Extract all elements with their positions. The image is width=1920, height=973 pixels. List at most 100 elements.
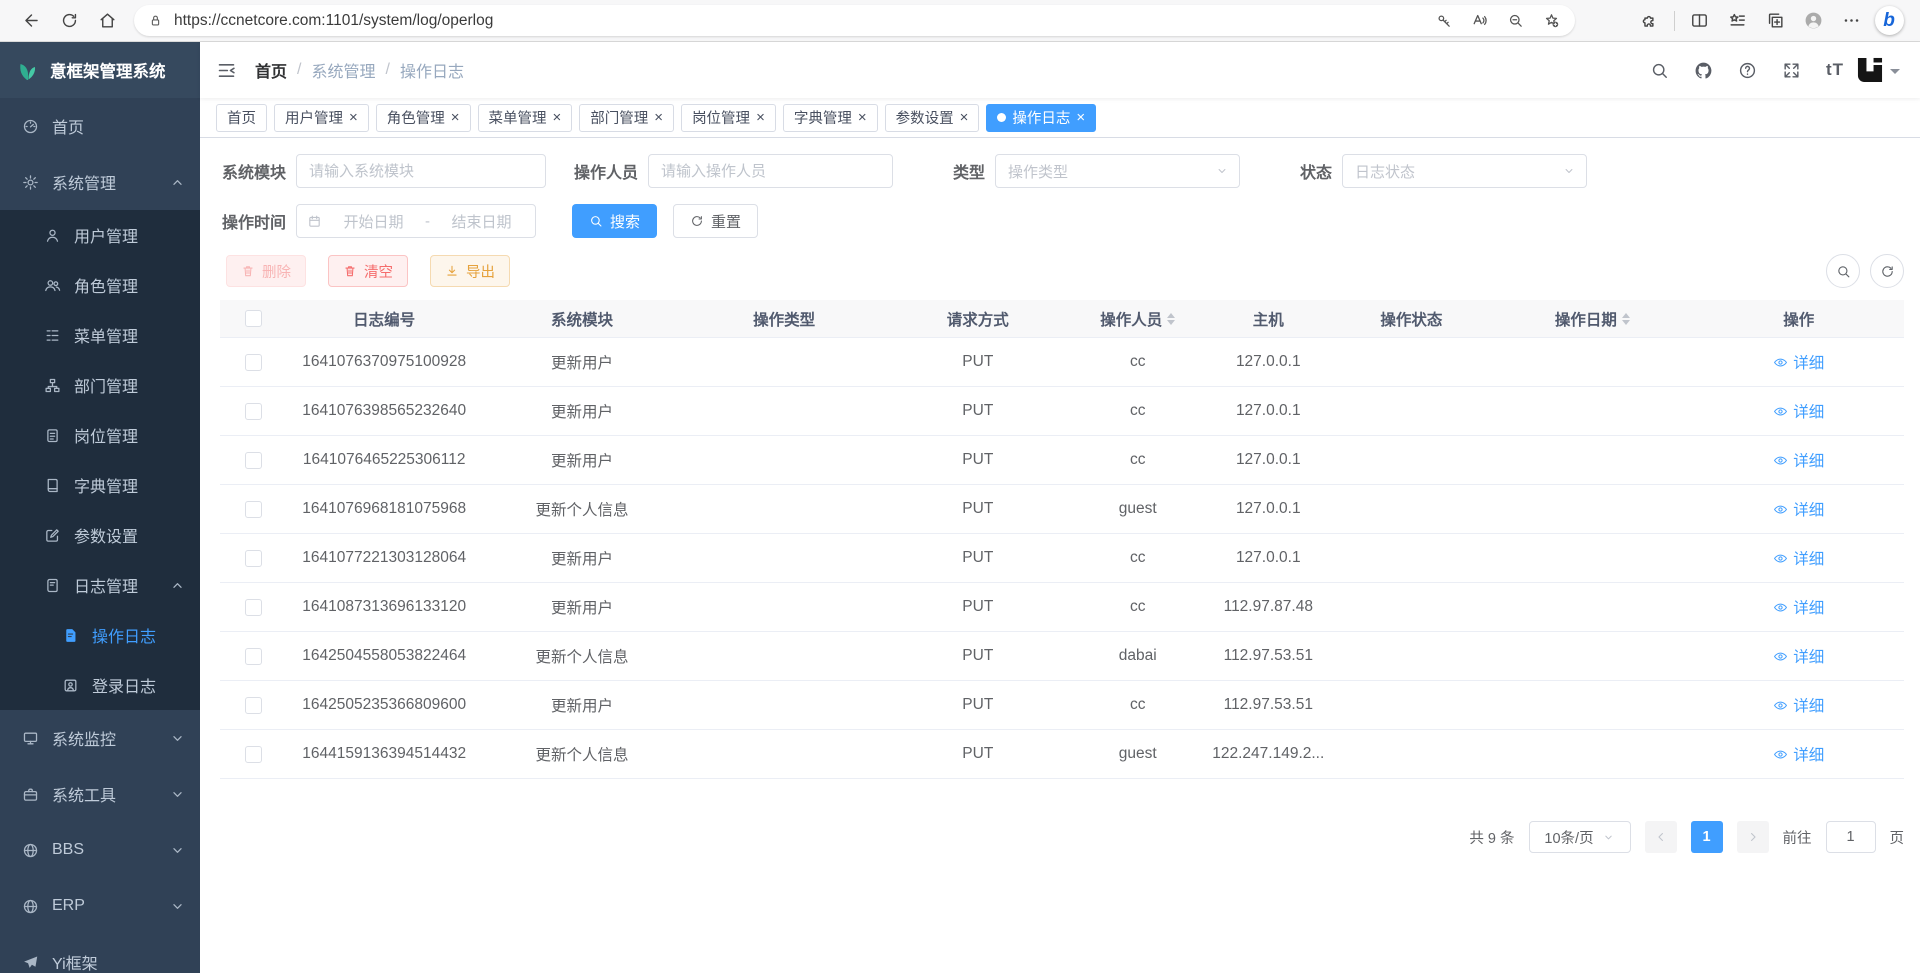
status-select[interactable]: 日志状态	[1342, 154, 1587, 188]
current-page-button[interactable]: 1	[1691, 821, 1723, 853]
home-icon[interactable]	[88, 4, 126, 38]
back-icon[interactable]	[12, 4, 50, 38]
row-checkbox[interactable]	[245, 697, 262, 714]
sidebar-item-2[interactable]: 用户管理	[0, 210, 200, 260]
detail-link[interactable]: 详细	[1773, 400, 1824, 422]
refresh-icon[interactable]	[50, 4, 88, 38]
row-checkbox[interactable]	[245, 746, 262, 763]
delete-button[interactable]: 删除	[226, 255, 306, 287]
goto-page-input[interactable]	[1826, 821, 1876, 853]
clear-button[interactable]: 清空	[328, 255, 408, 287]
github-icon[interactable]	[1694, 61, 1713, 80]
favorites-bar-icon[interactable]	[1718, 4, 1756, 38]
tab-8[interactable]: 操作日志×	[986, 104, 1096, 132]
refresh-table-button[interactable]	[1870, 254, 1904, 288]
sidebar-item-6[interactable]: 岗位管理	[0, 410, 200, 460]
tab-7[interactable]: 参数设置×	[885, 104, 980, 132]
page-size-select[interactable]: 10条/页	[1529, 821, 1631, 853]
app-logo[interactable]: 意框架管理系统	[0, 42, 200, 98]
split-screen-icon[interactable]	[1680, 4, 1718, 38]
close-icon[interactable]: ×	[1076, 110, 1085, 125]
fullscreen-icon[interactable]	[1782, 61, 1801, 80]
detail-link[interactable]: 详细	[1773, 694, 1824, 716]
search-button[interactable]: 搜索	[572, 204, 657, 238]
text-size-icon[interactable]: tT	[1826, 60, 1844, 80]
sidebar-item-16[interactable]: Yi框架	[0, 934, 200, 973]
row-checkbox[interactable]	[245, 550, 262, 567]
sort-icon[interactable]	[1622, 313, 1630, 325]
next-page-button[interactable]	[1737, 821, 1769, 853]
key-icon[interactable]	[1425, 7, 1461, 34]
tab-6[interactable]: 字典管理×	[783, 104, 878, 132]
bing-icon[interactable]: b	[1870, 4, 1908, 38]
address-bar[interactable]: https://ccnetcore.com:1101/system/log/op…	[134, 5, 1575, 36]
row-checkbox[interactable]	[245, 354, 262, 371]
breadcrumb-item[interactable]: 系统管理	[311, 58, 375, 82]
favorite-add-icon[interactable]	[1533, 7, 1569, 34]
prev-page-button[interactable]	[1645, 821, 1677, 853]
tab-5[interactable]: 岗位管理×	[681, 104, 776, 132]
zoom-out-icon[interactable]	[1497, 7, 1533, 34]
question-icon[interactable]	[1738, 61, 1757, 80]
close-icon[interactable]: ×	[349, 110, 358, 125]
sidebar-toggle-icon[interactable]	[216, 60, 237, 81]
detail-link[interactable]: 详细	[1773, 645, 1824, 667]
sidebar-item-14[interactable]: BBS	[0, 822, 200, 878]
tab-2[interactable]: 角色管理×	[376, 104, 471, 132]
more-icon[interactable]	[1832, 4, 1870, 38]
detail-link[interactable]: 详细	[1773, 743, 1824, 765]
close-icon[interactable]: ×	[553, 110, 562, 125]
search-icon[interactable]	[1650, 61, 1669, 80]
detail-link[interactable]: 详细	[1773, 498, 1824, 520]
row-checkbox[interactable]	[245, 403, 262, 420]
row-checkbox[interactable]	[245, 648, 262, 665]
profile-icon[interactable]	[1794, 4, 1832, 38]
reset-button[interactable]: 重置	[673, 204, 758, 238]
close-icon[interactable]: ×	[756, 110, 765, 125]
tab-4[interactable]: 部门管理×	[579, 104, 674, 132]
detail-link[interactable]: 详细	[1773, 547, 1824, 569]
breadcrumb-item[interactable]: 首页	[255, 58, 287, 82]
sort-icon[interactable]	[1167, 313, 1175, 325]
row-checkbox[interactable]	[245, 599, 262, 616]
sidebar-item-0[interactable]: 首页	[0, 98, 200, 154]
sidebar-item-4[interactable]: 菜单管理	[0, 310, 200, 360]
tab-3[interactable]: 菜单管理×	[478, 104, 573, 132]
close-icon[interactable]: ×	[960, 110, 969, 125]
detail-link[interactable]: 详细	[1773, 449, 1824, 471]
detail-link[interactable]: 详细	[1773, 596, 1824, 618]
detail-link[interactable]: 详细	[1773, 351, 1824, 373]
sidebar-item-8[interactable]: 参数设置	[0, 510, 200, 560]
select-all-checkbox[interactable]	[245, 310, 262, 327]
breadcrumb-item[interactable]: 操作日志	[400, 58, 464, 82]
operator-input[interactable]	[648, 154, 893, 188]
sidebar-item-15[interactable]: ERP	[0, 878, 200, 934]
sidebar-item-12[interactable]: 系统监控	[0, 710, 200, 766]
row-checkbox[interactable]	[245, 501, 262, 518]
read-aloud-icon[interactable]	[1461, 7, 1497, 34]
sidebar-item-5[interactable]: 部门管理	[0, 360, 200, 410]
sidebar-item-1[interactable]: 系统管理	[0, 154, 200, 210]
module-input[interactable]	[296, 154, 546, 188]
user-avatar[interactable]	[1850, 50, 1890, 90]
close-icon[interactable]: ×	[858, 110, 867, 125]
export-button[interactable]: 导出	[430, 255, 510, 287]
url-text[interactable]: https://ccnetcore.com:1101/system/log/op…	[174, 12, 1425, 30]
type-select[interactable]: 操作类型	[995, 154, 1240, 188]
sidebar-item-9[interactable]: 日志管理	[0, 560, 200, 610]
tab-0[interactable]: 首页	[216, 104, 267, 132]
sidebar-item-7[interactable]: 字典管理	[0, 460, 200, 510]
avatar-dropdown-caret-icon[interactable]	[1890, 69, 1900, 79]
sidebar-item-11[interactable]: 登录日志	[0, 660, 200, 710]
sidebar-item-13[interactable]: 系统工具	[0, 766, 200, 822]
date-range-input[interactable]: 开始日期 - 结束日期	[296, 204, 536, 238]
close-icon[interactable]: ×	[451, 110, 460, 125]
tab-1[interactable]: 用户管理×	[274, 104, 369, 132]
close-icon[interactable]: ×	[654, 110, 663, 125]
toggle-search-button[interactable]	[1826, 254, 1860, 288]
sidebar-item-10[interactable]: 操作日志	[0, 610, 200, 660]
extensions-icon[interactable]	[1631, 4, 1669, 38]
sidebar-item-3[interactable]: 角色管理	[0, 260, 200, 310]
collections-icon[interactable]	[1756, 4, 1794, 38]
row-checkbox[interactable]	[245, 452, 262, 469]
